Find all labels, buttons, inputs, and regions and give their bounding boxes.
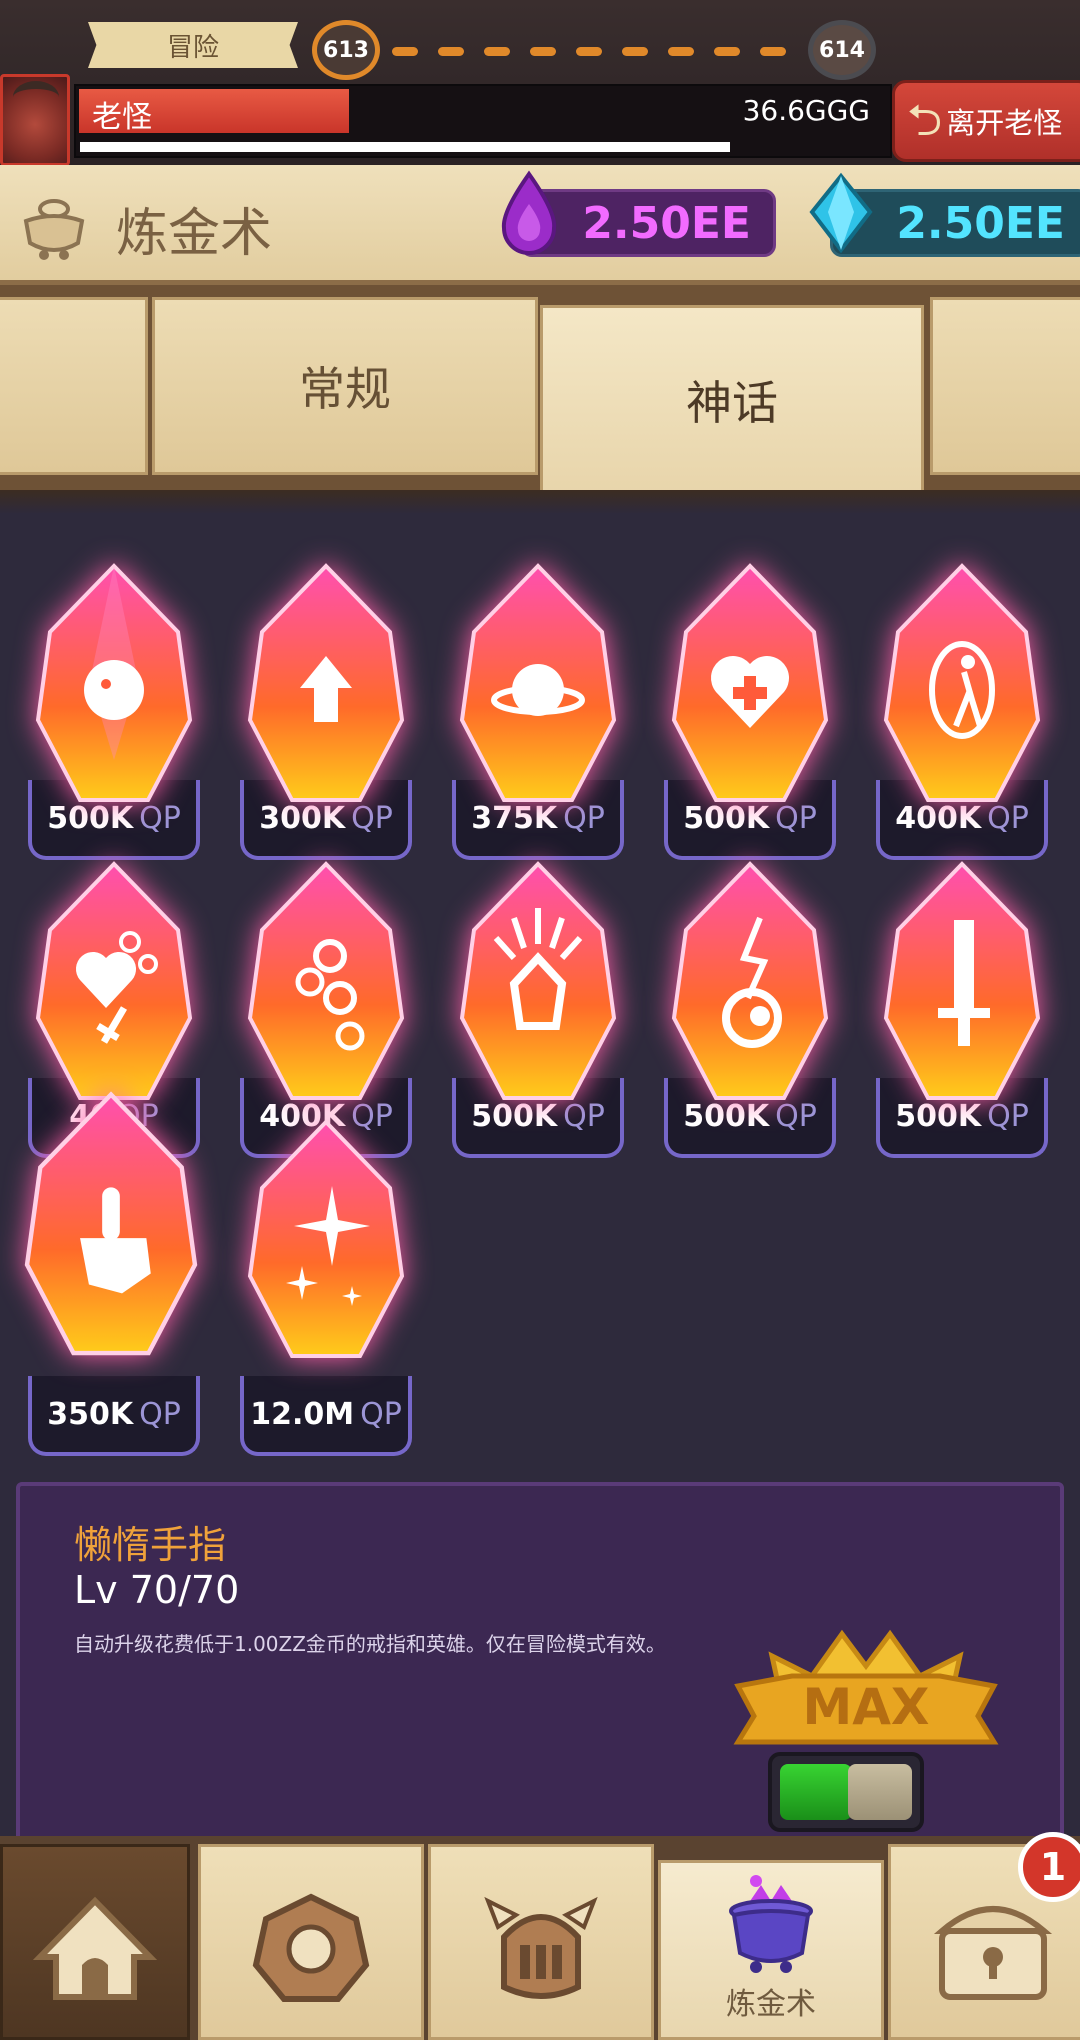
arrow-up-icon bbox=[247, 563, 405, 802]
purple-currency-value: 2.50EE bbox=[582, 197, 751, 249]
max-crown-badge: MAX bbox=[733, 1629, 999, 1745]
ring-relic-icon bbox=[252, 1893, 370, 2002]
cost-unit: QP bbox=[139, 1396, 181, 1432]
crystal-lazy-finger[interactable]: 350K QP bbox=[24, 1091, 200, 1456]
crystal-coins[interactable]: 400K QP bbox=[240, 858, 412, 1158]
boss-timer-bar bbox=[80, 142, 730, 152]
upgrade-description: 自动升级花费低于1.00ZZ金币的戒指和英雄。仅在冒险模式有效。 bbox=[74, 1632, 666, 1656]
cyan-currency-value: 2.50EE bbox=[896, 197, 1065, 249]
planet-icon bbox=[459, 563, 617, 802]
upgrade-level: Lv 70/70 bbox=[74, 1568, 240, 1612]
cost-unit: QP bbox=[360, 1396, 402, 1432]
adventure-mode-label: 冒险 bbox=[88, 22, 298, 68]
boss-hp-value: 36.6GGG bbox=[742, 94, 870, 127]
boss-hp-bar: 老怪 36.6GGG bbox=[74, 84, 892, 158]
crystal-cost: 12.0M QP bbox=[240, 1376, 412, 1456]
stage-progress-dot bbox=[530, 47, 556, 56]
leave-boss-label: 离开老怪 bbox=[946, 106, 1063, 140]
alchemy-tabs: 常规 神话 bbox=[0, 285, 1080, 500]
crystal-planet[interactable]: 375K QP bbox=[452, 560, 624, 860]
adventure-bar: 冒险 613 614 老怪 36.6GGG ⮌ 离开老怪 bbox=[0, 0, 1080, 165]
meteor-icon bbox=[459, 861, 617, 1100]
portal-walker-icon bbox=[883, 563, 1041, 802]
tab-next[interactable] bbox=[930, 297, 1080, 475]
home-icon bbox=[32, 1896, 158, 2000]
upgrade-name: 懒惰手指 bbox=[74, 1523, 227, 1567]
stage-progress-dot bbox=[438, 47, 464, 56]
nav-relic[interactable] bbox=[198, 1844, 424, 2040]
crystal-meteor[interactable]: 500K QP bbox=[452, 858, 624, 1158]
detail-panel: 懒惰手指 Lv 70/70 自动升级花费低于1.00ZZ金币的戒指和英雄。仅在冒… bbox=[16, 1482, 1064, 1862]
chest-notification-badge: 1 bbox=[1018, 1832, 1080, 1902]
leave-boss-button[interactable]: ⮌ 离开老怪 bbox=[892, 80, 1080, 162]
nav-alchemy-label: 炼金术 bbox=[726, 1987, 816, 2022]
stage-progress-dot bbox=[714, 47, 740, 56]
treasure-chest-icon bbox=[933, 1906, 1053, 2000]
fire-swirl-icon bbox=[671, 861, 829, 1100]
stage-progress-dot bbox=[576, 47, 602, 56]
auto-toggle[interactable] bbox=[768, 1752, 924, 1832]
bottom-nav: 炼金术 bbox=[0, 1836, 1080, 2040]
sword-icon bbox=[883, 861, 1041, 1100]
cost-value: 12.0M bbox=[250, 1396, 355, 1432]
stage-progress-dot bbox=[484, 47, 510, 56]
knight-helmet-icon bbox=[484, 1896, 598, 1999]
cyan-gem-icon bbox=[809, 172, 873, 254]
toggle-knob bbox=[848, 1764, 912, 1820]
boss-name: 老怪 bbox=[92, 100, 152, 135]
tabs-divider bbox=[0, 490, 1080, 514]
goblin-icon bbox=[35, 563, 193, 802]
coins-icon bbox=[247, 861, 405, 1100]
nav-home[interactable] bbox=[0, 1844, 190, 2040]
stage-next: 614 bbox=[808, 20, 876, 80]
crystal-cost: 350K QP bbox=[28, 1376, 200, 1456]
crystal-fire-swirl[interactable]: 500K QP bbox=[664, 858, 836, 1158]
nav-alchemy[interactable]: 炼金术 bbox=[658, 1860, 884, 2040]
heart-plus-icon bbox=[671, 563, 829, 802]
crystal-goblin[interactable]: 500K QP bbox=[28, 560, 200, 860]
panel-title: 炼金术 bbox=[116, 204, 273, 264]
crystal-heart-plus[interactable]: 500K QP bbox=[664, 560, 836, 860]
max-label: MAX bbox=[802, 1678, 929, 1736]
stage-progress-dot bbox=[622, 47, 648, 56]
toggle-on-indicator bbox=[780, 1764, 852, 1820]
tab-myth[interactable]: 神话 bbox=[540, 305, 924, 495]
sparkle-icon bbox=[247, 1119, 405, 1358]
stage-progress-dot bbox=[392, 47, 418, 56]
cost-value: 350K bbox=[47, 1396, 134, 1432]
crystal-sword[interactable]: 500K QP bbox=[876, 858, 1048, 1158]
tab-normal[interactable]: 常规 bbox=[152, 297, 538, 475]
crystal-portal[interactable]: 400K QP bbox=[876, 560, 1048, 860]
tab-previous[interactable] bbox=[0, 297, 148, 475]
stage-current: 613 bbox=[312, 20, 380, 80]
cauldron-icon bbox=[23, 199, 85, 260]
stage-progress-dot bbox=[760, 47, 786, 56]
purple-drop-icon bbox=[501, 170, 557, 255]
crystal-arrow-up[interactable]: 300K QP bbox=[240, 560, 412, 860]
stage-progress-dot bbox=[668, 47, 694, 56]
boss-portrait bbox=[0, 74, 70, 165]
heart-sword-coins-icon bbox=[35, 861, 193, 1100]
lazy-finger-icon bbox=[24, 1091, 198, 1356]
cauldron-icon bbox=[729, 1875, 813, 1973]
back-arrow-icon: ⮌ bbox=[907, 95, 943, 146]
crystal-sparkle[interactable]: 12.0M QP bbox=[240, 1119, 412, 1456]
nav-heroes[interactable] bbox=[428, 1844, 654, 2040]
